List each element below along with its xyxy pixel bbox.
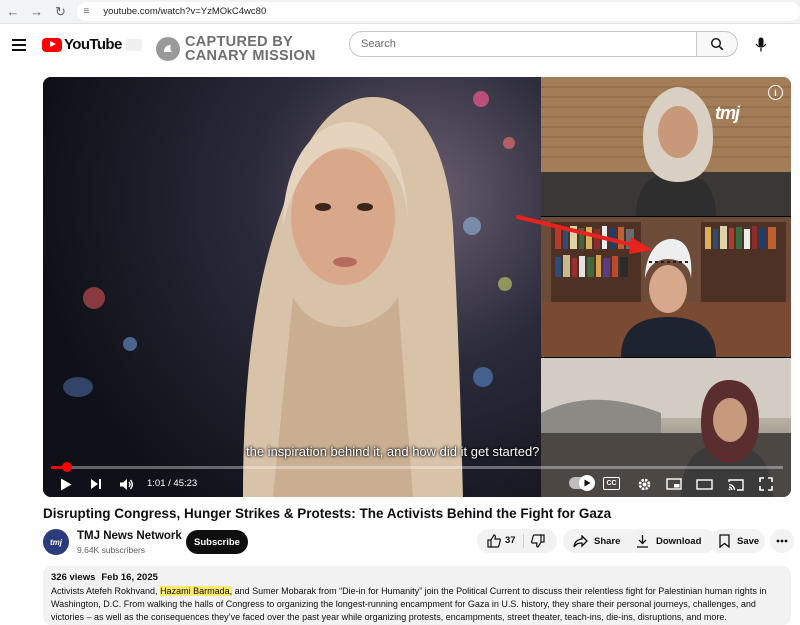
video-meta: 326 views Feb 16, 2025 [51,572,783,583]
download-icon [636,534,649,548]
view-count: 326 views [51,572,96,583]
watermark-line-2: CANARY MISSION [185,48,316,64]
search-input[interactable]: Search [349,31,696,57]
like-dislike-group: 37 [477,529,557,553]
upload-date: Feb 16, 2025 [101,572,158,583]
main-speaker-video [43,77,541,497]
autoplay-toggle[interactable] [569,475,595,491]
channel-actions-row: tmj TMJ News Network 9.64K subscribers S… [43,529,794,559]
video-title: Disrupting Congress, Hunger Strikes & Pr… [43,506,612,521]
canary-mission-watermark: CAPTURED BY CANARY MISSION [156,35,316,63]
cast-icon[interactable] [727,475,745,493]
subscribe-button[interactable]: Subscribe [186,530,248,554]
forward-arrow-icon[interactable]: → [26,1,48,23]
browser-toolbar: ← → ↻ ≡ youtube.com/watch?v=YzMOkC4wc80 [0,0,800,24]
next-icon[interactable] [87,475,105,493]
host-figure [243,97,463,497]
channel-watermark: tmj [715,103,740,123]
menu-icon[interactable] [12,39,26,51]
subtitles-button[interactable]: CC [603,477,620,490]
youtube-header: YouTube CAPTURED BY CANARY MISSION Searc… [0,24,800,70]
miniplayer-icon[interactable] [665,475,683,493]
autoplay-play-icon [579,475,595,491]
guest-video-1 [541,77,791,216]
url-text: youtube.com/watch?v=YzMOkC4wc80 [103,6,267,17]
dislike-icon[interactable] [531,534,545,548]
page: ← → ↻ ≡ youtube.com/watch?v=YzMOkC4wc80 … [0,0,800,625]
volume-icon[interactable] [117,475,135,493]
bookmark-icon [719,534,730,548]
description-text: Activists Atefeh Rokhvand, Hazami Barmad… [51,586,767,622]
subscriber-count: 9.64K subscribers [77,545,146,555]
share-label: Share [594,535,621,547]
channel-name[interactable]: TMJ News Network [77,530,182,542]
info-icon[interactable]: i [768,85,783,100]
youtube-play-icon [42,37,62,52]
canary-logo-icon [156,37,180,61]
player-controls: 1:01 / 45:23 CC [43,471,791,497]
address-bar[interactable]: ≡ youtube.com/watch?v=YzMOkC4wc80 [77,2,800,21]
site-settings-icon[interactable]: ≡ [83,6,97,17]
download-label: Download [656,535,702,547]
share-icon [573,534,588,548]
like-divider [523,534,524,548]
microphone-icon [755,37,766,52]
like-icon[interactable] [487,534,501,548]
voice-search-button[interactable] [748,32,773,57]
annotation-arrow [516,215,653,254]
like-count: 37 [505,535,516,546]
back-arrow-icon[interactable]: ← [2,1,24,23]
description-box[interactable]: 326 views Feb 16, 2025 Activists Atefeh R… [43,566,791,625]
search-bar: Search [349,31,738,57]
progress-bar[interactable] [51,462,783,472]
download-button[interactable]: Download [626,529,716,553]
search-button[interactable] [696,31,738,57]
play-icon[interactable] [57,475,75,493]
search-icon [710,37,724,51]
more-options-icon [776,539,788,543]
watermark-line-1: CAPTURED BY [185,34,294,50]
reload-icon[interactable]: ↻ [50,1,72,23]
more-actions-button[interactable] [770,529,794,553]
highlighted-name: Hazami Barmada, [160,586,233,596]
theater-mode-icon[interactable] [695,475,713,493]
time-display: 1:01 / 45:23 [147,478,198,489]
save-button[interactable]: Save [709,529,765,553]
settings-gear-icon[interactable] [635,475,653,493]
channel-avatar[interactable]: tmj [43,529,69,555]
country-code-badge [125,38,142,51]
youtube-logo[interactable]: YouTube [42,36,142,53]
fullscreen-icon[interactable] [757,475,775,493]
youtube-wordmark: YouTube [64,36,122,53]
video-caption: the inspiration behind it, and how did i… [246,444,540,459]
save-label: Save [737,535,760,547]
video-player[interactable]: i tmj the inspiration behind it, and how… [43,77,791,497]
